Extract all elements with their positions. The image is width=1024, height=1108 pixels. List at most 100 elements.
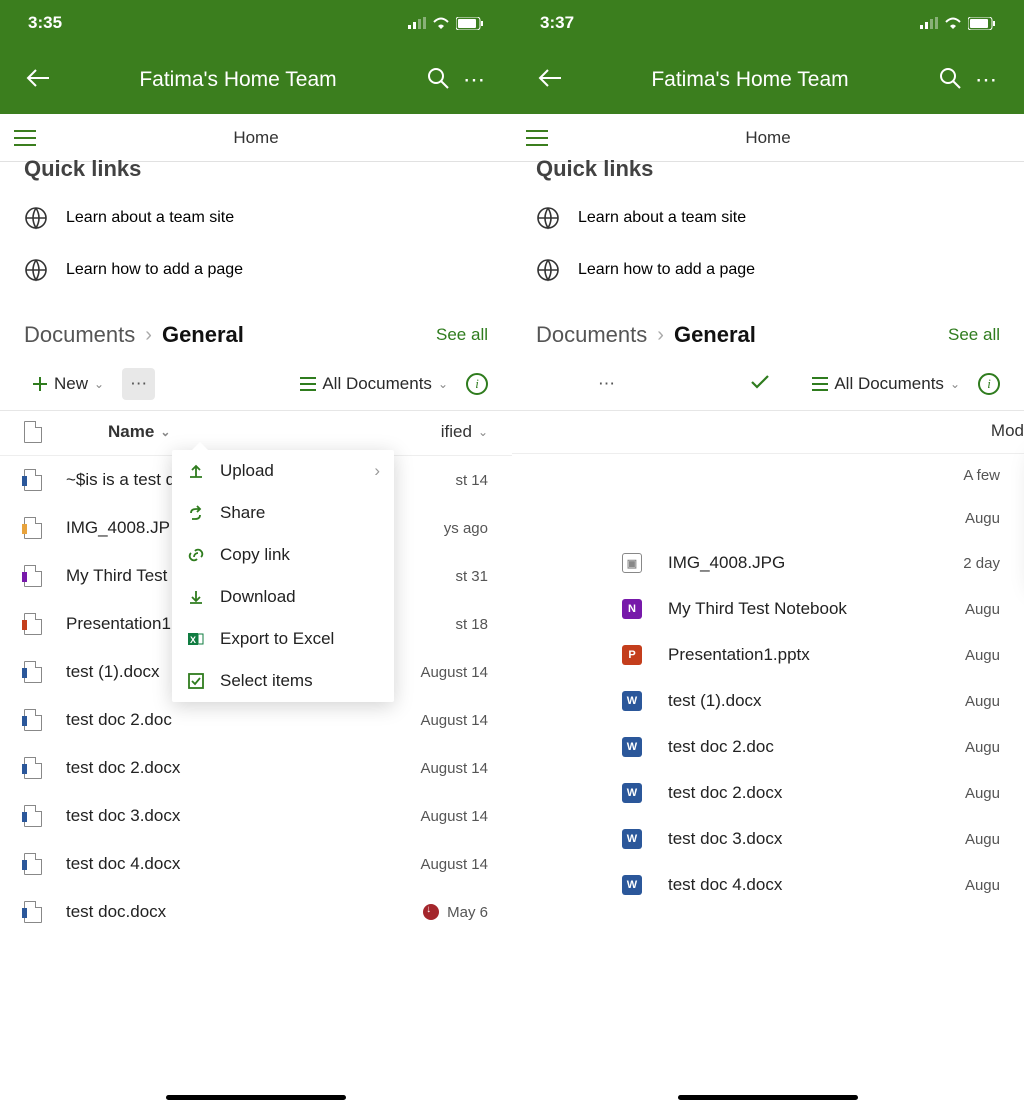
quick-link-label: Learn about a team site — [66, 209, 234, 227]
chevron-down-icon: ⌄ — [160, 425, 170, 439]
menu-upload[interactable]: Upload › — [172, 450, 394, 492]
file-row[interactable]: P Presentation1.pptx Augu — [598, 632, 1024, 678]
see-all-link[interactable]: See all — [436, 325, 488, 345]
file-row[interactable]: W test (1).docx Augu — [598, 678, 1024, 724]
svg-text:X: X — [190, 635, 196, 645]
file-date: Augu — [953, 510, 1000, 527]
quick-links: Learn about a team site Learn how to add… — [512, 182, 1024, 316]
file-date: August 14 — [420, 808, 488, 825]
menu-label: Download — [220, 587, 296, 607]
app-title: Fatima's Home Team — [56, 68, 420, 92]
file-icon — [24, 613, 42, 635]
menu-export-excel[interactable]: X Export to Excel — [172, 618, 394, 660]
done-button[interactable] — [750, 374, 770, 395]
file-row[interactable]: test doc 4.docx August 14 — [0, 840, 512, 888]
tab-home[interactable]: Home — [562, 128, 1024, 148]
file-icon — [24, 469, 42, 491]
quick-link-add-page[interactable]: Learn how to add a page — [24, 244, 488, 296]
file-date: 2 day — [951, 555, 1000, 572]
file-icon — [24, 901, 42, 923]
info-button[interactable]: i — [978, 373, 1000, 395]
file-icon — [24, 565, 42, 587]
phone-right: 3:37 Fatima's Home Team ⋯ Home Quick lin… — [512, 0, 1024, 1108]
column-name[interactable]: Name⌄ — [108, 422, 170, 442]
file-icon — [24, 805, 42, 827]
more-button[interactable]: ⋯ — [968, 67, 1004, 93]
hamburger-icon — [526, 130, 548, 146]
list-icon — [812, 377, 828, 391]
file-row[interactable]: W test doc 3.docx Augu — [598, 816, 1024, 862]
file-icon — [24, 757, 42, 779]
more-button[interactable]: ⋯ — [456, 67, 492, 93]
battery-icon — [968, 17, 996, 30]
search-button[interactable] — [932, 67, 968, 94]
file-date: Augu — [953, 739, 1000, 756]
file-date: August 14 — [420, 664, 488, 681]
list-icon — [300, 377, 316, 391]
overflow-button[interactable]: ⋯ — [590, 368, 623, 400]
new-button[interactable]: New ⌄ — [24, 368, 112, 400]
column-modified[interactable]: Mod — [991, 421, 1024, 441]
column-modified[interactable]: ified⌄ — [441, 422, 488, 442]
menu-select-items[interactable]: Select items — [172, 660, 394, 702]
app-title: Fatima's Home Team — [568, 68, 932, 92]
info-button[interactable]: i — [466, 373, 488, 395]
excel-icon: X — [188, 631, 204, 647]
file-date: A few — [951, 467, 1000, 484]
file-name: My Third Test Notebook — [668, 599, 953, 619]
breadcrumb-root[interactable]: Documents — [24, 322, 135, 348]
new-label: New — [54, 374, 88, 394]
quick-link-team-site[interactable]: Learn about a team site — [536, 192, 1000, 244]
file-row[interactable]: test doc 3.docx August 14 — [0, 792, 512, 840]
file-name: test doc 3.docx — [668, 829, 953, 849]
file-row[interactable]: W test doc 2.doc Augu — [598, 724, 1024, 770]
file-name: test doc 2.docx — [668, 783, 953, 803]
see-all-link[interactable]: See all — [948, 325, 1000, 345]
chevron-right-icon: › — [647, 324, 674, 347]
view-label: All Documents — [322, 374, 432, 394]
chevron-down-icon: ⌄ — [94, 377, 104, 391]
menu-label: Upload — [220, 461, 274, 481]
file-name: test doc.docx — [66, 902, 423, 922]
file-row[interactable]: W test doc 2.docx Augu — [598, 770, 1024, 816]
file-name: Presentation1.pptx — [668, 645, 953, 665]
file-row[interactable]: test doc 2.docx August 14 — [0, 744, 512, 792]
search-button[interactable] — [420, 67, 456, 94]
menu-button[interactable] — [512, 130, 562, 146]
menu-share[interactable]: Share — [172, 492, 394, 534]
menu-download[interactable]: Download — [172, 576, 394, 618]
breadcrumb-root[interactable]: Documents — [536, 322, 647, 348]
status-icons — [408, 17, 484, 30]
quick-link-team-site[interactable]: Learn about a team site — [24, 192, 488, 244]
globe-icon — [24, 258, 48, 282]
file-row[interactable]: A few — [598, 454, 1024, 497]
hamburger-icon — [14, 130, 36, 146]
file-date: Augu — [953, 785, 1000, 802]
back-button[interactable] — [532, 67, 568, 94]
breadcrumb-leaf: General — [674, 322, 756, 348]
file-icon: W — [622, 829, 642, 849]
quick-link-label: Learn how to add a page — [578, 261, 755, 279]
menu-copy-link[interactable]: Copy link — [172, 534, 394, 576]
file-row[interactable]: Augu — [598, 497, 1024, 540]
view-selector[interactable]: All Documents ⌄ — [292, 368, 456, 400]
file-row[interactable]: W test doc 4.docx Augu — [598, 862, 1024, 908]
file-icon — [24, 517, 42, 539]
file-row[interactable]: test doc 2.doc August 14 — [0, 696, 512, 744]
menu-label: Copy link — [220, 545, 290, 565]
documents-toolbar: New ⌄ ⋯ All Documents ⌄ i — [0, 358, 512, 411]
menu-label: Share — [220, 503, 265, 523]
overflow-button[interactable]: ⋯ — [122, 368, 155, 400]
tab-home[interactable]: Home — [50, 128, 512, 148]
signal-icon — [408, 17, 426, 29]
quick-link-add-page[interactable]: Learn how to add a page — [536, 244, 1000, 296]
menu-button[interactable] — [0, 130, 50, 146]
file-icon: N — [622, 599, 642, 619]
view-selector[interactable]: All Documents ⌄ — [804, 368, 968, 400]
file-row[interactable]: test doc.docx May 6 — [0, 888, 512, 936]
back-button[interactable] — [20, 67, 56, 94]
tab-bar: Home — [0, 114, 512, 162]
file-row[interactable]: N My Third Test Notebook Augu — [598, 586, 1024, 632]
quick-link-label: Learn how to add a page — [66, 261, 243, 279]
file-row[interactable]: ▣ IMG_4008.JPG 2 day — [598, 540, 1024, 586]
